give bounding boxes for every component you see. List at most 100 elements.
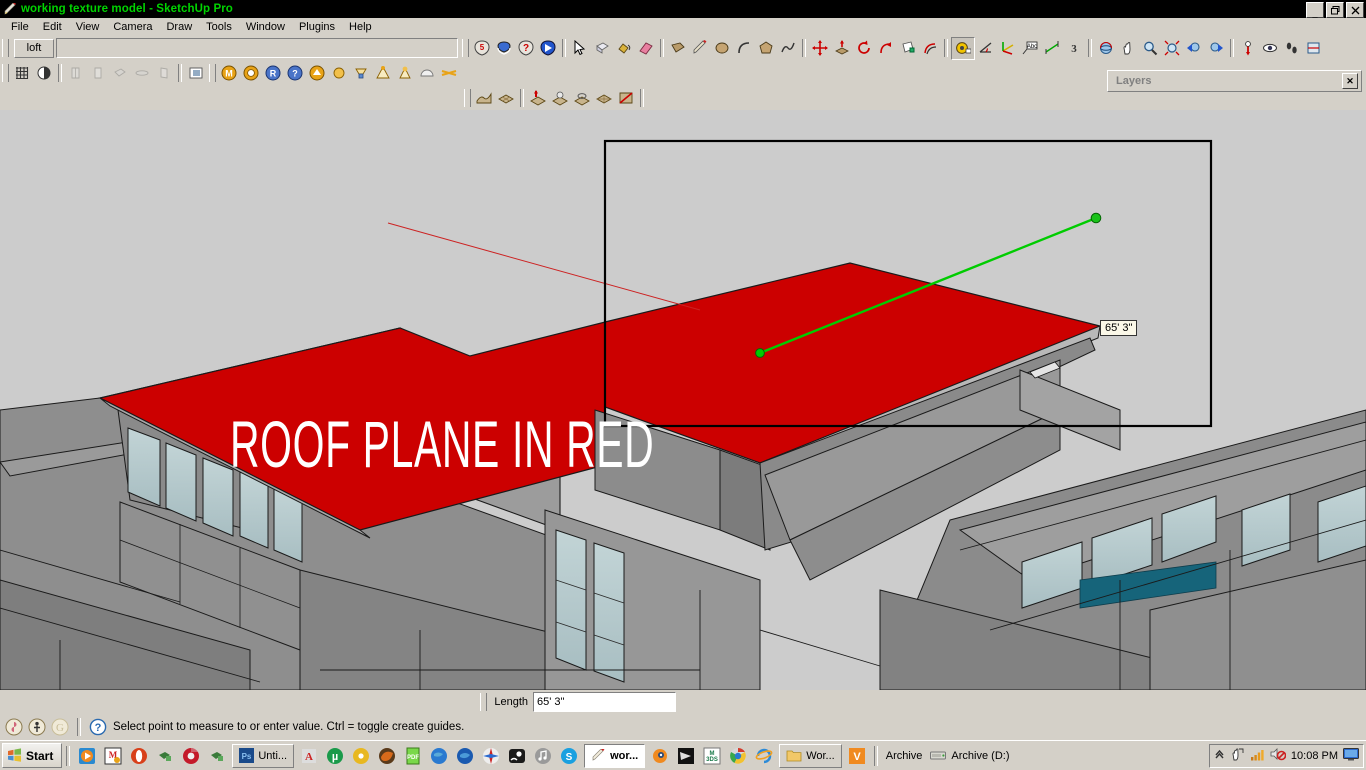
media-player-icon[interactable] xyxy=(74,744,100,768)
shaded-style-icon[interactable] xyxy=(109,63,131,84)
vray-infinite-plane-icon[interactable] xyxy=(438,63,460,84)
vcb-input[interactable] xyxy=(533,692,676,712)
menu-view[interactable]: View xyxy=(69,20,107,34)
minimize-button[interactable]: _ xyxy=(1306,2,1324,18)
make-component-icon[interactable] xyxy=(591,38,613,59)
polygon-icon[interactable] xyxy=(755,38,777,59)
menu-tools[interactable]: Tools xyxy=(199,20,239,34)
geo-location-icon[interactable] xyxy=(5,718,23,736)
rectangle-icon[interactable] xyxy=(667,38,689,59)
sketchyphysics-layers-icon[interactable] xyxy=(493,38,515,59)
dimension-icon[interactable] xyxy=(1041,38,1063,59)
start-button[interactable]: Start xyxy=(2,743,62,768)
select-arrow-icon[interactable] xyxy=(569,38,591,59)
sandbox-from-contours-icon[interactable] xyxy=(473,88,495,109)
toolbar-grip-4[interactable] xyxy=(209,64,216,82)
restore-button[interactable] xyxy=(1326,2,1344,18)
stamp-icon[interactable] xyxy=(549,88,571,109)
freehand-icon[interactable] xyxy=(777,38,799,59)
hand-security-icon[interactable] xyxy=(1230,747,1245,765)
outliner-icon[interactable] xyxy=(185,63,207,84)
flip-edge-icon[interactable] xyxy=(615,88,637,109)
google-earth-2-icon[interactable] xyxy=(452,744,478,768)
menu-file[interactable]: File xyxy=(4,20,36,34)
shaded-texture-style-icon[interactable] xyxy=(131,63,153,84)
wireframe-style-icon[interactable] xyxy=(65,63,87,84)
show-desktop-icon[interactable] xyxy=(1343,748,1359,764)
scale-icon[interactable] xyxy=(897,38,919,59)
rotate-icon[interactable] xyxy=(853,38,875,59)
vray-spot-light-icon[interactable] xyxy=(372,63,394,84)
3d-text-icon[interactable]: 3 xyxy=(1063,38,1085,59)
sandbox-from-scratch-icon[interactable] xyxy=(495,88,517,109)
previous-view-icon[interactable] xyxy=(1183,38,1205,59)
text-label-icon[interactable]: Abc xyxy=(1019,38,1041,59)
sketchup-file-icon[interactable] xyxy=(152,744,178,768)
toolbar-grip-3[interactable] xyxy=(2,64,9,82)
arc-icon[interactable] xyxy=(733,38,755,59)
vcb-grip[interactable] xyxy=(480,693,487,711)
google-icon[interactable]: G xyxy=(51,718,69,736)
grid-icon[interactable] xyxy=(11,63,33,84)
deskband-archive-d[interactable]: Archive (D:) xyxy=(926,750,1013,762)
vray-ies-light-icon[interactable] xyxy=(394,63,416,84)
follow-me-icon[interactable] xyxy=(875,38,897,59)
vray-help-icon[interactable]: ? xyxy=(284,63,306,84)
vray-options-icon[interactable] xyxy=(240,63,262,84)
axes-icon[interactable] xyxy=(997,38,1019,59)
next-view-icon[interactable] xyxy=(1205,38,1227,59)
internet-explorer-icon[interactable] xyxy=(751,744,777,768)
vray-render-icon[interactable]: R xyxy=(262,63,284,84)
deskband-archive[interactable]: Archive xyxy=(882,750,927,762)
3dsmax-icon[interactable]: M3DS xyxy=(699,744,725,768)
sketchup-file2-icon[interactable] xyxy=(204,744,230,768)
taskbutton-sketchup[interactable]: wor... xyxy=(584,744,645,768)
close-button[interactable] xyxy=(1346,2,1364,18)
position-camera-icon[interactable] xyxy=(1237,38,1259,59)
vray-omni-light-icon[interactable] xyxy=(328,63,350,84)
picasa-icon[interactable] xyxy=(478,744,504,768)
loft-toolbar-button[interactable]: loft xyxy=(14,39,54,58)
opera-icon[interactable] xyxy=(126,744,152,768)
offset-icon[interactable] xyxy=(919,38,941,59)
model-viewport[interactable]: 65' 3" ROOF PLANE IN RED DETERMINE LENGT… xyxy=(0,110,1366,690)
zoom-extents-icon[interactable] xyxy=(1161,38,1183,59)
taskbar-clock[interactable]: 10:08 PM xyxy=(1291,750,1338,762)
section-plane-icon[interactable] xyxy=(1303,38,1325,59)
toolbar-grip-2[interactable] xyxy=(462,39,469,57)
eraser-icon[interactable] xyxy=(635,38,657,59)
shadows-icon[interactable] xyxy=(33,63,55,84)
vray-rectangle-light-icon[interactable] xyxy=(350,63,372,84)
menu-draw[interactable]: Draw xyxy=(159,20,199,34)
move-icon[interactable] xyxy=(809,38,831,59)
claim-location-icon[interactable] xyxy=(28,718,46,736)
circle-icon[interactable] xyxy=(711,38,733,59)
itunes-icon[interactable] xyxy=(530,744,556,768)
show-hidden-icons-chevron[interactable] xyxy=(1214,748,1225,763)
paint-bucket-icon[interactable] xyxy=(613,38,635,59)
utorrent-icon[interactable]: µ xyxy=(322,744,348,768)
chrome-canary-icon[interactable] xyxy=(178,744,204,768)
hiddenline-style-icon[interactable] xyxy=(87,63,109,84)
sketchyphysics-play-icon[interactable] xyxy=(537,38,559,59)
drape-icon[interactable] xyxy=(571,88,593,109)
protractor-icon[interactable] xyxy=(975,38,997,59)
pdf-icon[interactable]: PDF xyxy=(400,744,426,768)
vray-dome-light-icon[interactable] xyxy=(416,63,438,84)
menu-plugins[interactable]: Plugins xyxy=(292,20,342,34)
menu-edit[interactable]: Edit xyxy=(36,20,69,34)
taskbutton-photoshop[interactable]: Ps Unti... xyxy=(232,744,294,768)
google-earth-icon[interactable] xyxy=(426,744,452,768)
blender-icon[interactable] xyxy=(647,744,673,768)
vuze-icon[interactable]: V xyxy=(844,744,870,768)
sketchyphysics-5-icon[interactable]: 5 xyxy=(471,38,493,59)
skype-icon[interactable]: S xyxy=(556,744,582,768)
menu-help[interactable]: Help xyxy=(342,20,379,34)
layers-panel[interactable]: Layers ✕ xyxy=(1107,70,1362,92)
push-pull-icon[interactable] xyxy=(831,38,853,59)
imdb-icon[interactable]: M xyxy=(100,744,126,768)
toolbar-grip[interactable] xyxy=(2,39,9,57)
acrobat-icon[interactable]: A xyxy=(296,744,322,768)
menu-camera[interactable]: Camera xyxy=(106,20,159,34)
pan-icon[interactable] xyxy=(1117,38,1139,59)
